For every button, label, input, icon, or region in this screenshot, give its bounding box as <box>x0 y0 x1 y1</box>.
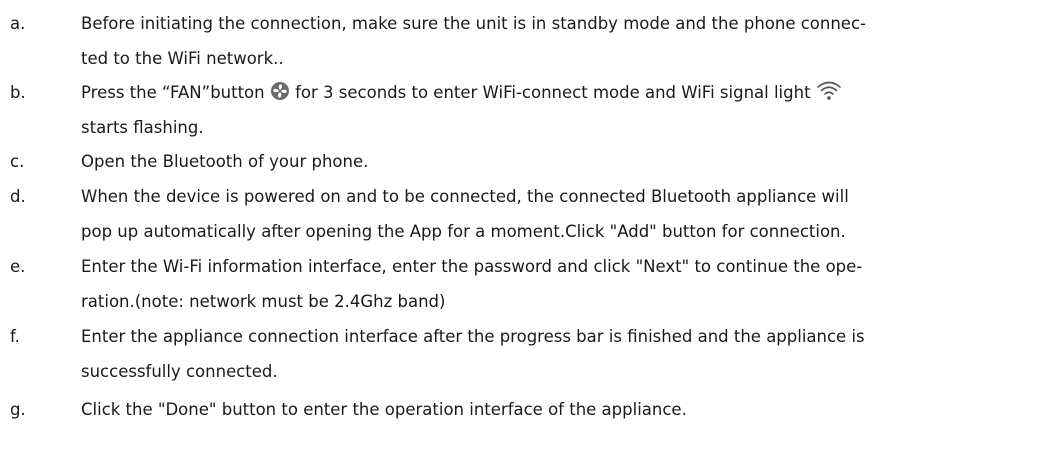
list-text-fragment: Press the “FAN”button <box>81 83 265 102</box>
list-text-d: When the device is powered on and to be … <box>81 179 1031 249</box>
list-letter-d: d. <box>10 187 26 206</box>
list-letter-e: e. <box>10 257 26 276</box>
list-text-e: Enter the Wi-Fi information interface, e… <box>81 249 1031 319</box>
list-line: Press the “FAN”button for 3 seconds to e <box>81 75 1031 110</box>
instruction-list: a. Before initiating the connection, mak… <box>0 0 1043 474</box>
list-line: Click the "Done" button to enter the ope… <box>81 400 687 419</box>
list-line: Open the Bluetooth of your phone. <box>81 152 369 171</box>
list-letter-b: b. <box>10 83 26 102</box>
list-text-f: Enter the appliance connection interface… <box>81 319 1031 389</box>
fan-icon <box>270 81 290 101</box>
list-line: Before initiating the connection, make s… <box>81 14 866 33</box>
list-letter-f: f. <box>10 327 20 346</box>
list-line: Enter the Wi-Fi information interface, e… <box>81 257 863 276</box>
list-text-fragment: for 3 seconds to enter WiFi-connect mode… <box>295 83 811 102</box>
list-letter-c: c. <box>10 152 25 171</box>
list-line: ted to the WiFi network.. <box>81 49 284 68</box>
list-text-b: Press the “FAN”button for 3 seconds to e <box>81 75 1031 145</box>
list-letter-g: g. <box>10 400 26 419</box>
list-text-a: Before initiating the connection, make s… <box>81 6 1031 76</box>
list-line: Enter the appliance connection interface… <box>81 327 865 346</box>
list-line: pop up automatically after opening the A… <box>81 222 846 241</box>
list-text-g: Click the "Done" button to enter the ope… <box>81 392 1031 427</box>
list-line: starts flashing. <box>81 118 204 137</box>
list-letter-a: a. <box>10 14 26 33</box>
list-line: ration.(note: network must be 2.4Ghz ban… <box>81 292 446 311</box>
wifi-signal-icon <box>816 79 842 101</box>
list-text-c: Open the Bluetooth of your phone. <box>81 144 1031 179</box>
list-line: When the device is powered on and to be … <box>81 187 849 206</box>
list-line: successfully connected. <box>81 362 278 381</box>
